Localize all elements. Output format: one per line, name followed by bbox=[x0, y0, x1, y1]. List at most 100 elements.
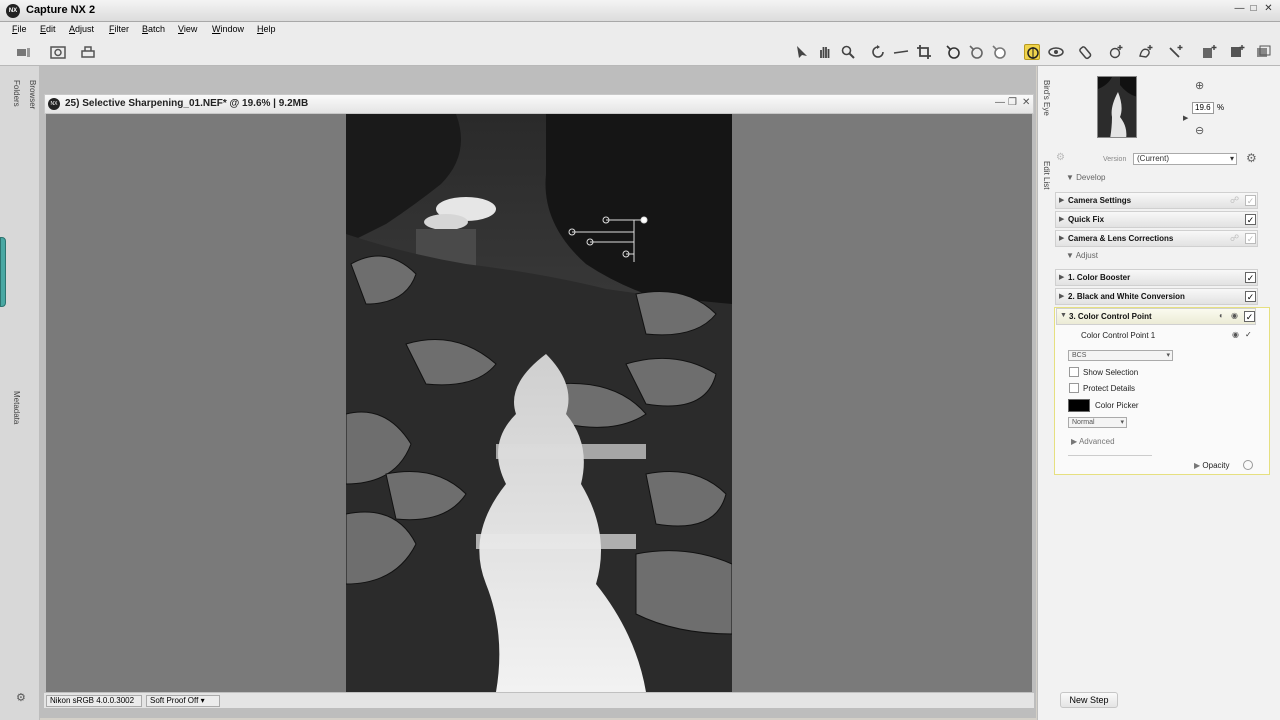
color-picker-swatch[interactable] bbox=[1068, 399, 1090, 412]
doc-close-button[interactable]: ✕ bbox=[1022, 97, 1030, 108]
step-label: 1. Color Booster bbox=[1068, 273, 1131, 282]
photo-image[interactable] bbox=[346, 114, 732, 692]
minimize-button[interactable]: — bbox=[1233, 3, 1246, 16]
control-point-item[interactable]: Color Control Point 1 bbox=[1081, 331, 1155, 340]
step-label: Camera & Lens Corrections bbox=[1068, 234, 1174, 243]
step-color-control-point[interactable]: ▼ 3. Color Control Point ◐ ◉ ✓ bbox=[1056, 308, 1256, 325]
zoom-out-icon[interactable]: ⊖ bbox=[1195, 124, 1204, 137]
marquee-plus-icon[interactable] bbox=[1138, 44, 1154, 60]
panel-settings-icon[interactable]: ⚙ bbox=[1246, 151, 1257, 165]
step-black-white-conversion[interactable]: ▶ 2. Black and White Conversion ✓ bbox=[1055, 288, 1258, 305]
hand-icon[interactable] bbox=[817, 44, 833, 60]
doc-restore-button[interactable]: ❐ bbox=[1008, 97, 1017, 108]
step-camera-settings[interactable]: ▶ Camera Settings ☍ ✓ bbox=[1055, 192, 1258, 209]
menu-adjust[interactable]: Adjust bbox=[69, 24, 94, 34]
control-point-checkmark-icon[interactable]: ✓ bbox=[1245, 330, 1252, 339]
step-label: 2. Black and White Conversion bbox=[1068, 292, 1185, 301]
zoom-in-icon[interactable]: ⊕ bbox=[1195, 79, 1204, 92]
straighten-icon[interactable] bbox=[893, 44, 909, 60]
menu-window[interactable]: Window bbox=[212, 24, 244, 34]
step-mask-icon[interactable]: ◉ bbox=[1231, 311, 1238, 320]
develop-section-label[interactable]: ▼ Develop bbox=[1066, 173, 1106, 182]
menu-view[interactable]: View bbox=[178, 24, 197, 34]
triangle-down-icon: ▼ bbox=[1066, 173, 1074, 182]
opacity-control[interactable]: ▶ Opacity bbox=[1194, 461, 1230, 470]
step-camera-lens-corrections[interactable]: ▶ Camera & Lens Corrections ☍ ✓ bbox=[1055, 230, 1258, 247]
zoom-percent-label: % bbox=[1217, 103, 1225, 112]
opacity-knob[interactable] bbox=[1243, 460, 1253, 470]
version-label: Version bbox=[1103, 156, 1127, 163]
rotate-icon[interactable] bbox=[870, 44, 886, 60]
lasso-plus-icon[interactable] bbox=[1108, 44, 1124, 60]
snapshot-icon[interactable] bbox=[50, 44, 66, 60]
toolbar-more-icon[interactable] bbox=[1256, 44, 1272, 60]
step-label: Quick Fix bbox=[1068, 215, 1105, 224]
close-button[interactable]: ✕ bbox=[1262, 3, 1275, 16]
zoom-tool-icon[interactable] bbox=[840, 44, 856, 60]
new-step-button[interactable]: New Step bbox=[1060, 692, 1118, 708]
adjust-section-label[interactable]: ▼ Adjust bbox=[1066, 251, 1098, 260]
menu-filter[interactable]: Filter bbox=[109, 24, 129, 34]
auto-retouch-icon[interactable] bbox=[1078, 44, 1094, 60]
step-enable-checkbox[interactable]: ✓ bbox=[1245, 272, 1256, 283]
chevron-down-icon: ▾ bbox=[1166, 352, 1170, 359]
step-label: 3. Color Control Point bbox=[1069, 312, 1152, 321]
tab-birds-eye[interactable]: Bird's Eye bbox=[1042, 80, 1051, 116]
neutral-control-point-icon[interactable] bbox=[968, 44, 984, 60]
crop-icon[interactable] bbox=[916, 44, 932, 60]
step-enable-checkbox[interactable]: ✓ bbox=[1245, 214, 1256, 225]
advanced-toggle[interactable]: ▶ Advanced bbox=[1071, 437, 1115, 446]
chevron-down-icon: ▾ bbox=[1229, 154, 1234, 163]
step-enable-checkbox[interactable]: ✓ bbox=[1245, 291, 1256, 302]
menu-batch[interactable]: Batch bbox=[142, 24, 165, 34]
step-options-icon[interactable]: ◐ bbox=[1219, 311, 1224, 320]
show-selection-checkbox[interactable] bbox=[1069, 367, 1079, 377]
triangle-down-icon: ▼ bbox=[1060, 312, 1067, 319]
tab-browser[interactable]: Browser bbox=[28, 80, 37, 109]
step-enable-checkbox[interactable]: ✓ bbox=[1244, 311, 1255, 322]
direct-select-icon[interactable] bbox=[794, 44, 810, 60]
document-title-bar: NX 25) Selective Sharpening_01.NEF* @ 19… bbox=[44, 94, 1034, 114]
menu-edit[interactable]: Edit bbox=[40, 24, 56, 34]
blend-mode-dropdown[interactable]: Normal ▾ bbox=[1068, 417, 1127, 428]
tab-metadata[interactable]: Metadata bbox=[12, 391, 21, 424]
white-control-point-icon[interactable] bbox=[991, 44, 1007, 60]
mode-dropdown[interactable]: BCS ▾ bbox=[1068, 350, 1173, 361]
selection-brush-icon[interactable] bbox=[1230, 44, 1246, 60]
black-control-point-icon[interactable] bbox=[945, 44, 961, 60]
tab-edit-list[interactable]: Edit List bbox=[1042, 161, 1051, 189]
birds-eye-thumbnail[interactable] bbox=[1097, 76, 1137, 138]
control-point-mask-icon[interactable]: ◉ bbox=[1232, 330, 1239, 339]
gradient-plus-icon[interactable] bbox=[1168, 44, 1184, 60]
menu-bar: File Edit Adjust Filter Batch View Windo… bbox=[0, 22, 1280, 38]
version-select[interactable]: (Current) ▾ bbox=[1133, 153, 1237, 165]
dock-settings-icon[interactable]: ⚙ bbox=[16, 691, 26, 704]
chevron-down-icon: ▾ bbox=[1120, 419, 1124, 426]
dock-resize-handle[interactable] bbox=[0, 237, 6, 307]
menu-help[interactable]: Help bbox=[257, 24, 276, 34]
protect-details-checkbox[interactable] bbox=[1069, 383, 1079, 393]
step-color-booster[interactable]: ▶ 1. Color Booster ✓ bbox=[1055, 269, 1258, 286]
zoom-input[interactable]: 19.6 bbox=[1192, 102, 1214, 114]
maximize-button[interactable]: □ bbox=[1247, 3, 1260, 16]
fill-plus-icon[interactable] bbox=[1202, 44, 1218, 60]
workspace-icon[interactable] bbox=[16, 44, 32, 60]
blend-mode-value: Normal bbox=[1072, 419, 1095, 426]
doc-minimize-button[interactable]: — bbox=[995, 97, 1005, 108]
soft-proof-dropdown[interactable]: Soft Proof Off ▾ bbox=[146, 695, 220, 707]
print-icon[interactable] bbox=[80, 44, 96, 60]
menu-file[interactable]: File bbox=[12, 24, 27, 34]
step-label: Camera Settings bbox=[1068, 196, 1132, 205]
triangle-right-icon: ▶ bbox=[1059, 197, 1065, 204]
step-enable-checkbox[interactable]: ✓ bbox=[1245, 195, 1256, 206]
step-quick-fix[interactable]: ▶ Quick Fix ✓ bbox=[1055, 211, 1258, 228]
triangle-right-icon: ▶ bbox=[1059, 235, 1065, 242]
document-icon: NX bbox=[48, 98, 60, 110]
step-enable-checkbox[interactable]: ✓ bbox=[1245, 233, 1256, 244]
color-control-point-icon[interactable] bbox=[1024, 44, 1040, 60]
left-dock: Folders Browser Metadata ⚙ bbox=[0, 66, 40, 720]
tab-folders[interactable]: Folders bbox=[12, 80, 21, 107]
develop-label: Develop bbox=[1076, 173, 1106, 182]
red-eye-icon[interactable] bbox=[1048, 44, 1064, 60]
zoom-slider-arrow-icon[interactable]: ▶ bbox=[1183, 114, 1188, 122]
